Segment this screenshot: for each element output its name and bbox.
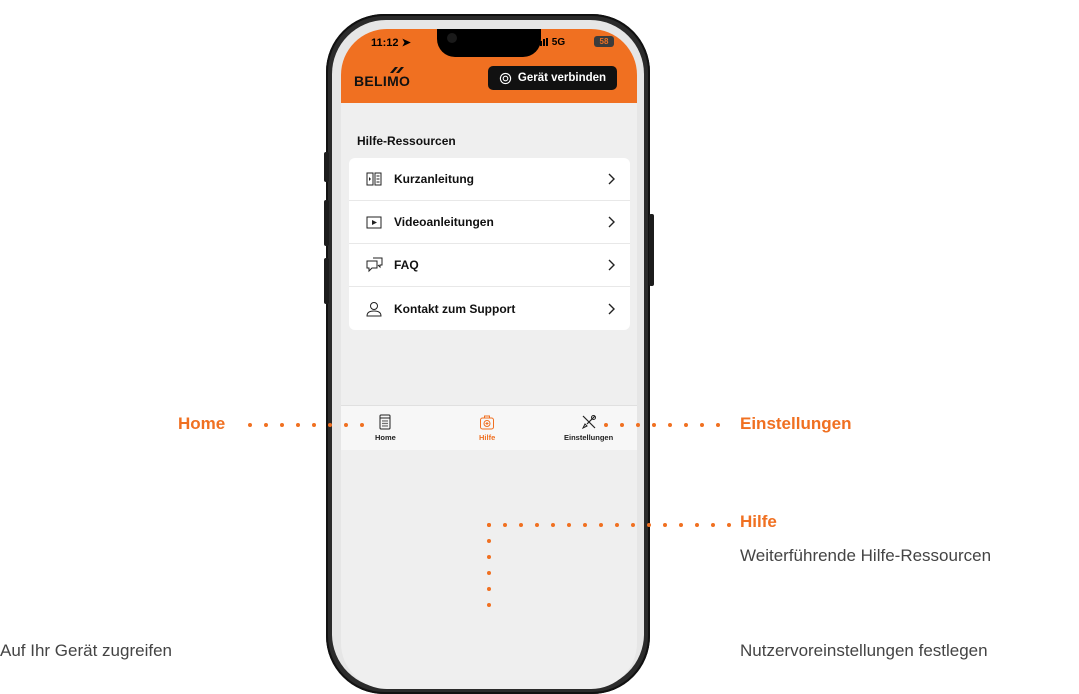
connector-dot xyxy=(716,423,720,427)
connector-dot xyxy=(652,423,656,427)
connect-device-label: Gerät verbinden xyxy=(517,72,607,84)
connector-dot xyxy=(668,423,672,427)
connector-dot xyxy=(599,523,603,527)
connector-dot xyxy=(684,423,688,427)
connector-dot xyxy=(727,523,731,527)
connect-device-button[interactable]: Gerät verbinden xyxy=(488,66,617,90)
annotation-hilfe-title: Hilfe xyxy=(740,512,777,531)
connector-dot xyxy=(583,523,587,527)
connector-dot xyxy=(487,603,491,607)
list-item-kurzanleitung[interactable]: Kurzanleitung xyxy=(349,158,630,201)
app-header: 11:12 ➤ 5G 58 BELIMO Gerät verbinden xyxy=(341,29,637,103)
connector-dot xyxy=(487,571,491,575)
connector-dot xyxy=(487,523,491,527)
video-icon xyxy=(365,213,383,231)
connector-dot xyxy=(296,423,300,427)
bottom-tab-bar: Home Hilfe Einstellungen xyxy=(341,405,637,450)
connector-dot xyxy=(248,423,252,427)
connector-dot xyxy=(328,423,332,427)
chevron-right-icon xyxy=(608,259,615,271)
status-signal: 5G xyxy=(537,37,565,48)
connector-dot xyxy=(551,523,555,527)
connector-dot xyxy=(647,523,651,527)
phone-volume-down xyxy=(324,258,329,304)
connector-dot xyxy=(615,523,619,527)
connector-dot xyxy=(519,523,523,527)
annotation-home-title: Home xyxy=(178,414,226,433)
connector-dot xyxy=(604,423,608,427)
chevron-right-icon xyxy=(608,173,615,185)
connector-dot xyxy=(631,523,635,527)
connector-dot xyxy=(344,423,348,427)
tab-label: Hilfe xyxy=(479,433,496,442)
list-item-label: FAQ xyxy=(394,258,419,272)
connector-dot xyxy=(663,523,667,527)
list-item-kontakt-support[interactable]: Kontakt zum Support xyxy=(349,287,630,330)
help-resources-list: Kurzanleitung Videoanleitungen FAQ Konta… xyxy=(349,158,630,330)
connector-dot xyxy=(264,423,268,427)
phone-mute-switch xyxy=(324,152,329,182)
signal-bars-icon xyxy=(537,38,548,46)
help-kit-icon xyxy=(480,415,495,430)
device-icon xyxy=(379,414,391,430)
connector-dot xyxy=(679,523,683,527)
battery-icon: 58 xyxy=(594,36,614,47)
chevron-right-icon xyxy=(608,303,615,314)
phone-power-button xyxy=(649,214,654,286)
chevron-right-icon xyxy=(608,216,615,228)
annotation-hilfe-desc: Weiterführende Hilfe-Ressourcen xyxy=(740,546,992,565)
tab-hilfe[interactable]: Hilfe xyxy=(479,414,495,442)
tab-label: Home xyxy=(375,433,396,442)
connector-dot xyxy=(360,423,364,427)
list-item-faq[interactable]: FAQ xyxy=(349,244,630,287)
book-icon xyxy=(365,170,383,188)
connector-dot xyxy=(487,555,491,559)
connector-dot xyxy=(620,423,624,427)
tab-label: Einstellungen xyxy=(564,433,614,442)
connector-dot xyxy=(312,423,316,427)
list-item-videoanleitungen[interactable]: Videoanleitungen xyxy=(349,201,630,244)
annotation-home-desc: Auf Ihr Gerät zugreifen xyxy=(0,641,172,660)
phone-volume-up xyxy=(324,200,329,246)
connector-dot xyxy=(280,423,284,427)
connector-dot xyxy=(636,423,640,427)
belimo-logo: BELIMO xyxy=(354,73,411,89)
connector-dot xyxy=(487,587,491,591)
list-item-label: Kontakt zum Support xyxy=(394,301,516,316)
connector-dot xyxy=(695,523,699,527)
location-arrow-icon: ➤ xyxy=(401,37,411,49)
connector-dot xyxy=(503,523,507,527)
faq-icon xyxy=(365,256,383,274)
tab-home[interactable]: Home xyxy=(375,414,396,442)
annotation-einstellungen-desc: Nutzervoreinstellungen festlegen xyxy=(740,641,988,660)
camera-icon xyxy=(447,33,457,43)
phone-notch xyxy=(437,29,541,57)
connector-dot xyxy=(711,523,715,527)
connector-dot xyxy=(700,423,704,427)
person-icon xyxy=(365,300,383,318)
section-title: Hilfe-Ressourcen xyxy=(357,134,456,148)
list-item-label: Kurzanleitung xyxy=(394,172,474,186)
connector-dot xyxy=(535,523,539,527)
annotation-einstellungen-title: Einstellungen xyxy=(740,414,852,433)
connector-dot xyxy=(487,539,491,543)
list-item-label: Videoanleitungen xyxy=(394,215,494,229)
status-time: 11:12 ➤ xyxy=(371,37,411,49)
tools-icon xyxy=(581,415,596,430)
connect-icon xyxy=(499,72,512,84)
connector-dot xyxy=(567,523,571,527)
tab-einstellungen[interactable]: Einstellungen xyxy=(564,414,613,442)
